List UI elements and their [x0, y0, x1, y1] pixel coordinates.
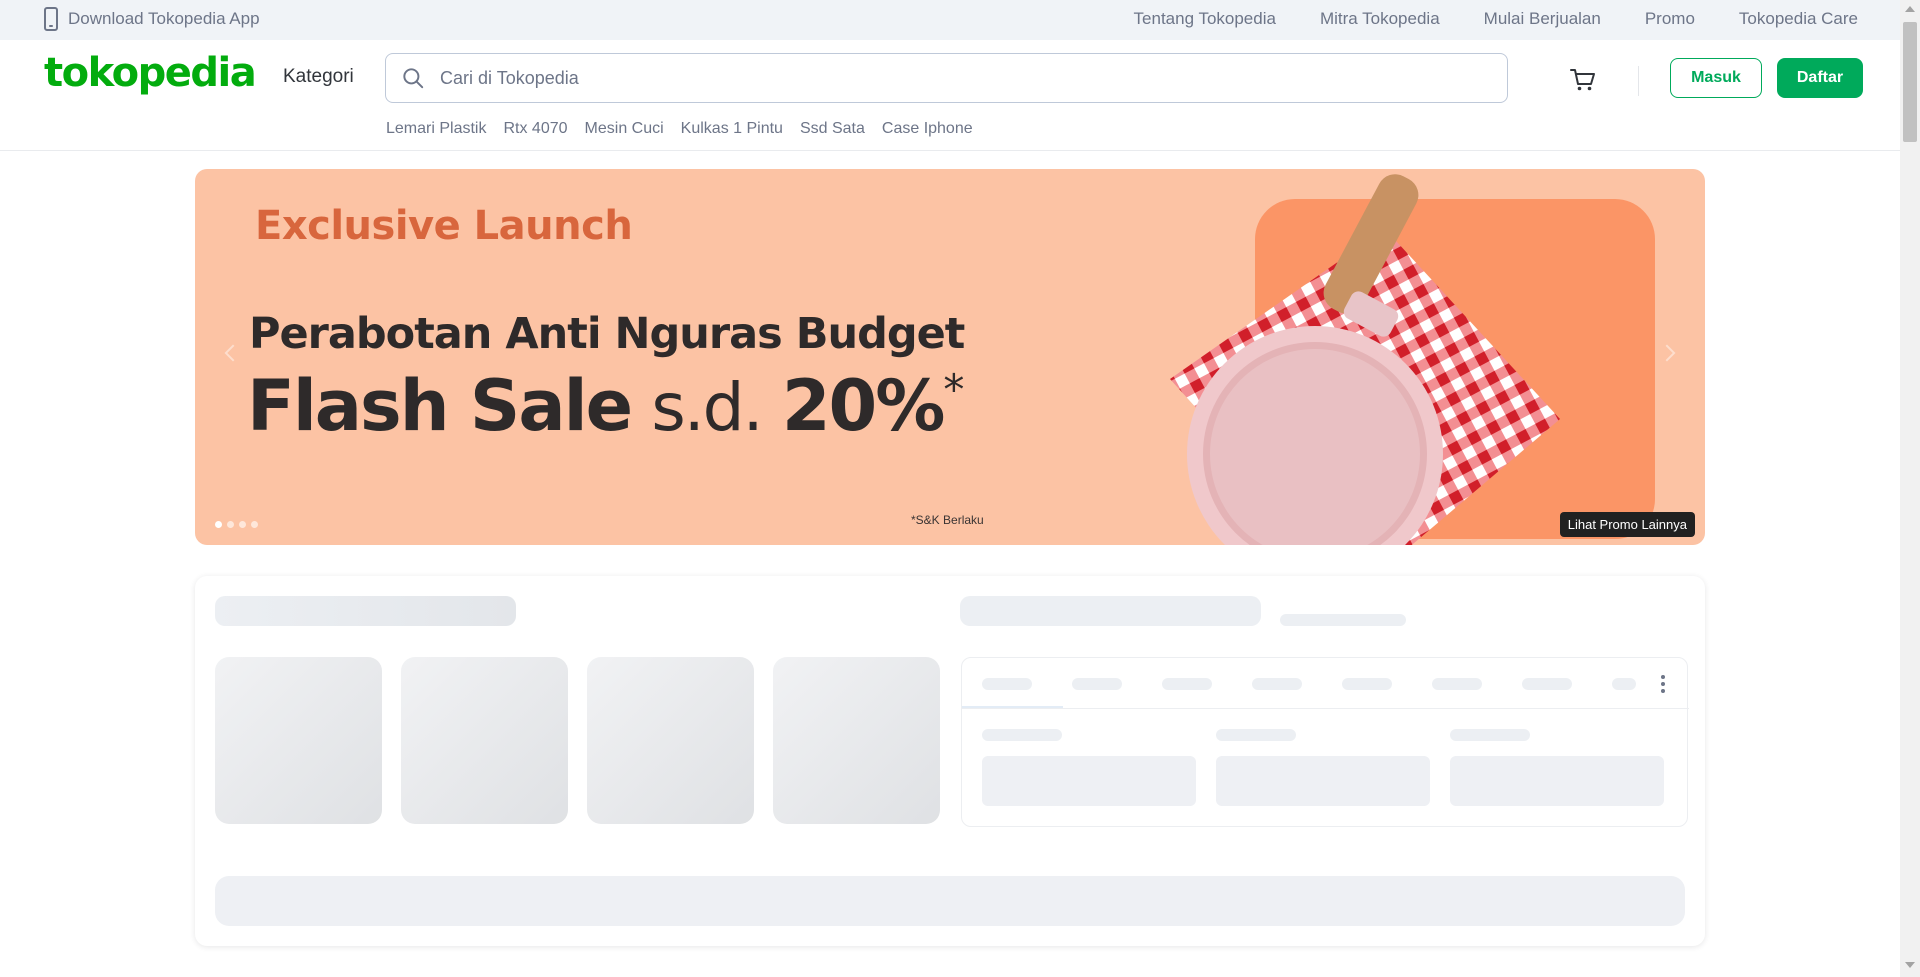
scroll-down-icon[interactable]: [1905, 962, 1915, 968]
flash-sale-text: Flash Sale: [247, 365, 633, 447]
skeleton-bar: [215, 876, 1685, 926]
register-button[interactable]: Daftar: [1777, 58, 1863, 98]
skeleton-box: [1450, 756, 1664, 806]
loading-skeleton-card: [195, 576, 1705, 946]
more-vertical-icon[interactable]: [1661, 675, 1665, 693]
skeleton-tab-panel: [961, 657, 1689, 827]
suggestion-kulkas-1-pintu[interactable]: Kulkas 1 Pintu: [681, 120, 783, 138]
main-header: tokopedia Kategori Lemari Plastik Rtx 40…: [0, 40, 1900, 151]
skeleton-box: [1216, 756, 1430, 806]
tokopedia-logo[interactable]: tokopedia: [44, 50, 257, 96]
top-link-mitra[interactable]: Mitra Tokopedia: [1320, 9, 1440, 29]
download-app-link[interactable]: Download Tokopedia App: [44, 7, 260, 31]
see-more-promo-button[interactable]: Lihat Promo Lainnya: [1559, 512, 1695, 537]
top-link-tentang[interactable]: Tentang Tokopedia: [1134, 9, 1276, 29]
top-link-care[interactable]: Tokopedia Care: [1739, 9, 1858, 29]
kategori-button[interactable]: Kategori: [283, 66, 354, 88]
search-input[interactable]: [440, 67, 1440, 89]
terms-note: *S&K Berlaku: [911, 513, 984, 527]
skeleton-tab: [1522, 678, 1572, 690]
skeleton-title: [215, 596, 516, 626]
flash-sale-upto: s.d.: [651, 369, 763, 446]
skeleton-tab: [1072, 678, 1122, 690]
skeleton-label: [1450, 729, 1530, 741]
skeleton-tile: [215, 657, 382, 824]
skeleton-tab: [982, 678, 1032, 690]
scroll-thumb[interactable]: [1903, 22, 1917, 142]
carousel-prev-icon[interactable]: [224, 344, 242, 362]
frying-pan-illustration: [1170, 174, 1655, 545]
skeleton-label: [982, 729, 1062, 741]
flash-sale-asterisk: *: [943, 365, 964, 414]
skeleton-tab: [1162, 678, 1212, 690]
carousel-dot[interactable]: [227, 521, 234, 528]
skeleton-tab: [1252, 678, 1302, 690]
skeleton-box: [982, 756, 1196, 806]
banner-eyebrow: Exclusive Launch: [255, 203, 633, 249]
login-button[interactable]: Masuk: [1670, 58, 1762, 98]
carousel-dot[interactable]: [251, 521, 258, 528]
skeleton-tile: [773, 657, 940, 824]
skeleton-tab: [1612, 678, 1636, 690]
download-app-label: Download Tokopedia App: [68, 9, 260, 28]
phone-icon: [44, 7, 58, 31]
skeleton-subtitle: [1280, 614, 1406, 626]
flash-sale-percent: 20%: [781, 365, 946, 447]
carousel-dot[interactable]: [239, 521, 246, 528]
cart-icon[interactable]: [1568, 64, 1598, 94]
top-links: Tentang Tokopedia Mitra Tokopedia Mulai …: [1134, 9, 1858, 29]
top-strip: Download Tokopedia App Tentang Tokopedia…: [0, 0, 1900, 40]
skeleton-tab: [1342, 678, 1392, 690]
skeleton-tile: [401, 657, 568, 824]
top-link-promo[interactable]: Promo: [1645, 9, 1695, 29]
carousel-dot[interactable]: [215, 521, 222, 528]
skeleton-label: [1216, 729, 1296, 741]
top-link-mulai-berjualan[interactable]: Mulai Berjualan: [1484, 9, 1601, 29]
banner-headline: Perabotan Anti Nguras Budget: [249, 309, 965, 359]
promo-banner[interactable]: Exclusive Launch Perabotan Anti Nguras B…: [195, 169, 1705, 545]
banner-flash-sale: Flash Sale s.d. 20%*: [247, 365, 964, 447]
scroll-up-icon[interactable]: [1905, 6, 1915, 12]
header-divider: [1638, 66, 1639, 96]
suggestion-rtx-4070[interactable]: Rtx 4070: [503, 120, 567, 138]
page-scrollbar[interactable]: [1900, 0, 1920, 977]
search-suggestions: Lemari Plastik Rtx 4070 Mesin Cuci Kulka…: [386, 120, 973, 138]
skeleton-tile: [587, 657, 754, 824]
search-bar[interactable]: [385, 53, 1508, 103]
carousel-indicators: [215, 521, 258, 528]
tab-divider: [962, 708, 1689, 709]
suggestion-case-iphone[interactable]: Case Iphone: [882, 120, 973, 138]
search-icon: [403, 68, 424, 89]
suggestion-lemari-plastik[interactable]: Lemari Plastik: [386, 120, 486, 138]
suggestion-mesin-cuci[interactable]: Mesin Cuci: [585, 120, 664, 138]
suggestion-ssd-sata[interactable]: Ssd Sata: [800, 120, 865, 138]
skeleton-tab: [1432, 678, 1482, 690]
skeleton-title: [960, 596, 1261, 626]
